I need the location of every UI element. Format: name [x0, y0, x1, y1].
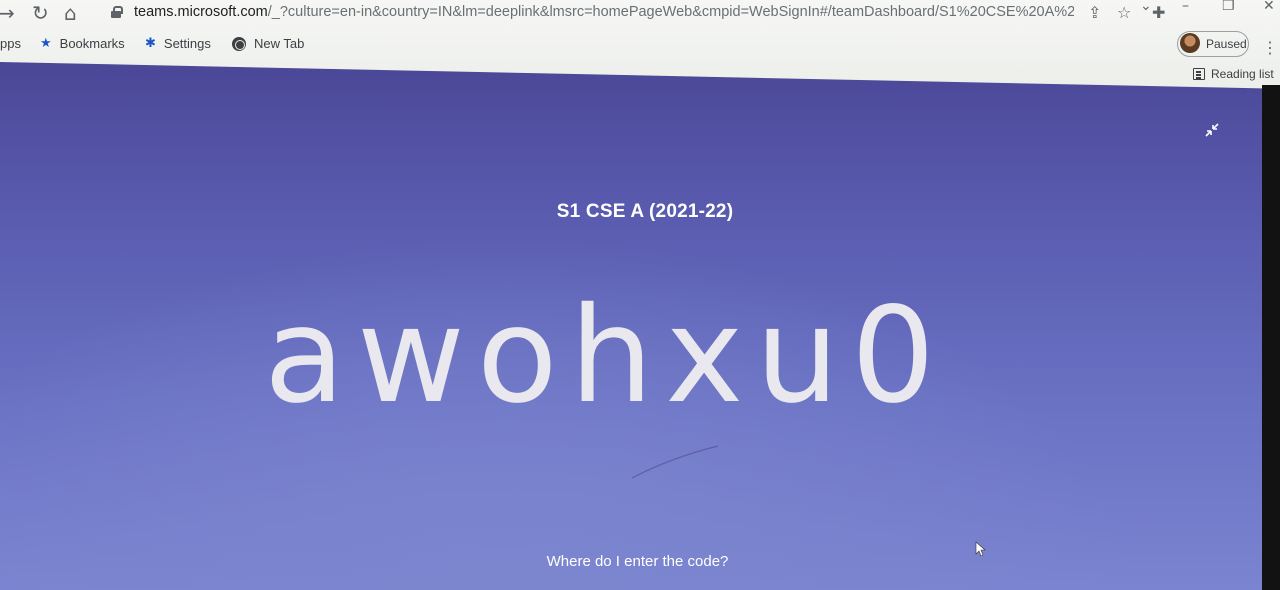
collapse-icon[interactable]	[1203, 121, 1221, 139]
join-code: awohxu0	[264, 279, 948, 433]
reload-icon[interactable]: ↻	[32, 2, 49, 24]
home-icon[interactable]: ⌂	[64, 2, 77, 24]
share-icon[interactable]: ⇪	[1088, 3, 1101, 22]
url-path: /_?culture=en-in&country=IN&lm=deeplink&…	[267, 4, 1074, 20]
bookmark-label: Settings	[163, 36, 211, 51]
globe-icon	[232, 36, 246, 51]
bookmark-settings[interactable]: ✱ Settings	[145, 36, 211, 51]
restore-icon[interactable]: ❐	[1222, 0, 1235, 14]
mouse-cursor-icon	[975, 541, 986, 557]
extensions-icon[interactable]: ✚	[1152, 3, 1165, 22]
menu-icon[interactable]: ⋮	[1262, 38, 1278, 58]
bookmark-label: pps	[0, 36, 21, 51]
gear-icon: ✱	[145, 36, 156, 51]
star-icon: ★	[40, 36, 52, 51]
url-host: teams.microsoft.com	[134, 4, 268, 20]
monitor-bezel	[1262, 85, 1280, 590]
address-bar-row: → ↻ ⌂ teams.microsoft.com/_?culture=en-i…	[0, 0, 1280, 28]
close-icon[interactable]: ✕	[1263, 0, 1275, 14]
reading-list-icon	[1193, 68, 1205, 80]
reading-list-button[interactable]: Reading list	[1193, 67, 1274, 81]
bookmark-apps[interactable]: pps	[0, 36, 21, 51]
bookmark-label: Bookmarks	[59, 36, 125, 51]
reading-list-label: Reading list	[1211, 67, 1274, 81]
profile-status: Paused	[1206, 37, 1247, 51]
chevron-down-icon[interactable]: ⌄	[1140, 0, 1152, 14]
where-enter-code-link[interactable]: Where do I enter the code?	[0, 553, 1275, 570]
lock-icon[interactable]	[111, 6, 123, 18]
minimize-icon[interactable]: –	[1182, 0, 1189, 14]
bookmark-label: New Tab	[254, 36, 305, 51]
forward-icon[interactable]: →	[0, 2, 15, 24]
screen-glare	[631, 445, 719, 479]
bookmark-star-icon[interactable]: ☆	[1117, 3, 1131, 22]
bookmark-bookmarks[interactable]: ★ Bookmarks	[40, 36, 125, 51]
bookmarks-bar: pps ★ Bookmarks ✱ Settings New Tab	[0, 36, 1180, 58]
url-field[interactable]: teams.microsoft.com/_?culture=en-in&coun…	[134, 4, 1074, 20]
avatar[interactable]	[1180, 33, 1200, 53]
team-title: S1 CSE A (2021-22)	[556, 201, 734, 222]
bookmark-new-tab[interactable]: New Tab	[232, 36, 304, 51]
